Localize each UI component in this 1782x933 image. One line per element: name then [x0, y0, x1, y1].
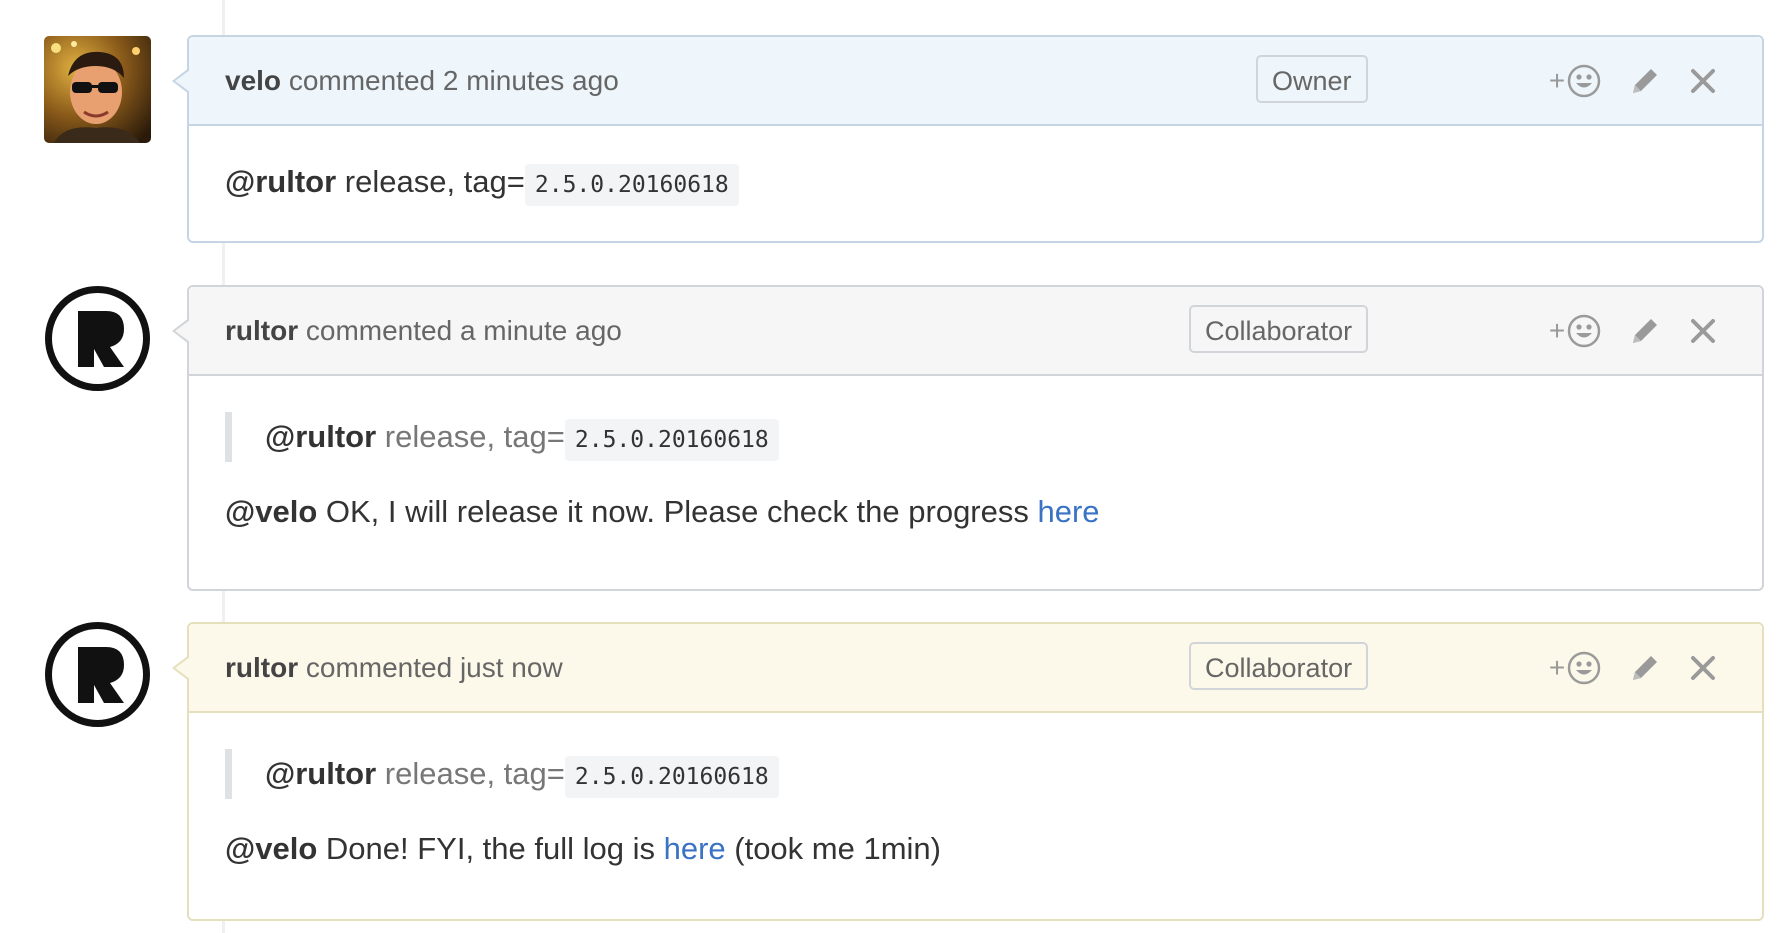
quote-text: release, tag=	[376, 756, 565, 791]
comment-timestamp: commented a minute ago	[305, 315, 622, 346]
edit-button[interactable]	[1625, 37, 1665, 124]
avatar-rultor[interactable]	[44, 285, 151, 392]
rultor-logo-icon	[45, 622, 150, 727]
comment-box: velo commented 2 minutes ago Owner + @ru…	[172, 35, 1764, 243]
delete-button[interactable]	[1683, 287, 1723, 374]
author-link[interactable]: rultor	[225, 652, 298, 683]
add-reaction-button[interactable]: +	[1543, 37, 1607, 124]
comment-body: @rultor release, tag= 2.5.0.20160618 @vel…	[189, 713, 1762, 869]
add-reaction-button[interactable]: +	[1543, 624, 1607, 711]
comment-header: rultor commented a minute ago Collaborat…	[189, 287, 1762, 376]
body-text: OK, I will release it now. Please check …	[317, 494, 1038, 529]
smiley-icon	[1567, 64, 1601, 97]
role-badge: Collaborator	[1189, 642, 1369, 690]
comment-body: @rultor release, tag= 2.5.0.20160618	[189, 126, 1762, 206]
inline-code: 2.5.0.20160618	[564, 419, 779, 461]
close-icon	[1691, 318, 1715, 343]
mention-link[interactable]: @velo	[225, 494, 317, 529]
close-icon	[1691, 655, 1715, 680]
author-link[interactable]: velo	[225, 65, 281, 96]
edit-button[interactable]	[1625, 624, 1665, 711]
user-avatar-photo	[44, 36, 151, 143]
body-suffix: (took me 1min)	[725, 831, 941, 866]
body-text: release, tag=	[336, 164, 525, 199]
quoted-reply: @rultor release, tag= 2.5.0.20160618	[225, 412, 1726, 462]
mention-link[interactable]: @rultor	[265, 419, 376, 454]
pencil-icon	[1633, 318, 1657, 343]
close-icon	[1691, 68, 1715, 93]
quote-text: release, tag=	[376, 419, 565, 454]
delete-button[interactable]	[1683, 624, 1723, 711]
reply-text: @velo OK, I will release it now. Please …	[225, 492, 1726, 532]
comment-timestamp: commented 2 minutes ago	[288, 65, 619, 96]
add-reaction-button[interactable]: +	[1543, 287, 1607, 374]
progress-link[interactable]: here	[1038, 494, 1100, 529]
avatar-velo[interactable]	[44, 36, 151, 143]
delete-button[interactable]	[1683, 37, 1723, 124]
comment-box: rultor commented a minute ago Collaborat…	[172, 285, 1764, 591]
inline-code: 2.5.0.20160618	[564, 756, 779, 798]
author-link[interactable]: rultor	[225, 315, 298, 346]
comment-header: rultor commented just now Collaborator +	[189, 624, 1762, 713]
quoted-reply: @rultor release, tag= 2.5.0.20160618	[225, 749, 1726, 799]
mention-link[interactable]: @velo	[225, 831, 317, 866]
comment-box: rultor commented just now Collaborator +	[172, 622, 1764, 921]
comment-timestamp: commented just now	[305, 652, 563, 683]
plus-label: +	[1548, 315, 1566, 346]
pencil-icon	[1633, 655, 1657, 680]
inline-code: 2.5.0.20160618	[524, 164, 739, 206]
avatar-rultor[interactable]	[44, 621, 151, 728]
plus-label: +	[1548, 652, 1566, 683]
rultor-logo-icon	[45, 286, 150, 391]
edit-button[interactable]	[1625, 287, 1665, 374]
role-badge: Collaborator	[1189, 305, 1369, 353]
log-link[interactable]: here	[664, 831, 726, 866]
plus-label: +	[1548, 65, 1566, 96]
role-badge: Owner	[1256, 55, 1368, 103]
mention-link[interactable]: @rultor	[225, 164, 336, 199]
body-text: Done! FYI, the full log is	[317, 831, 664, 866]
comment-header: velo commented 2 minutes ago Owner +	[189, 37, 1762, 126]
comment-body: @rultor release, tag= 2.5.0.20160618 @vel…	[189, 376, 1762, 532]
mention-link[interactable]: @rultor	[265, 756, 376, 791]
pencil-icon	[1633, 68, 1657, 93]
reply-text: @velo Done! FYI, the full log is here (t…	[225, 829, 1726, 869]
smiley-icon	[1567, 651, 1601, 684]
smiley-icon	[1567, 314, 1601, 347]
